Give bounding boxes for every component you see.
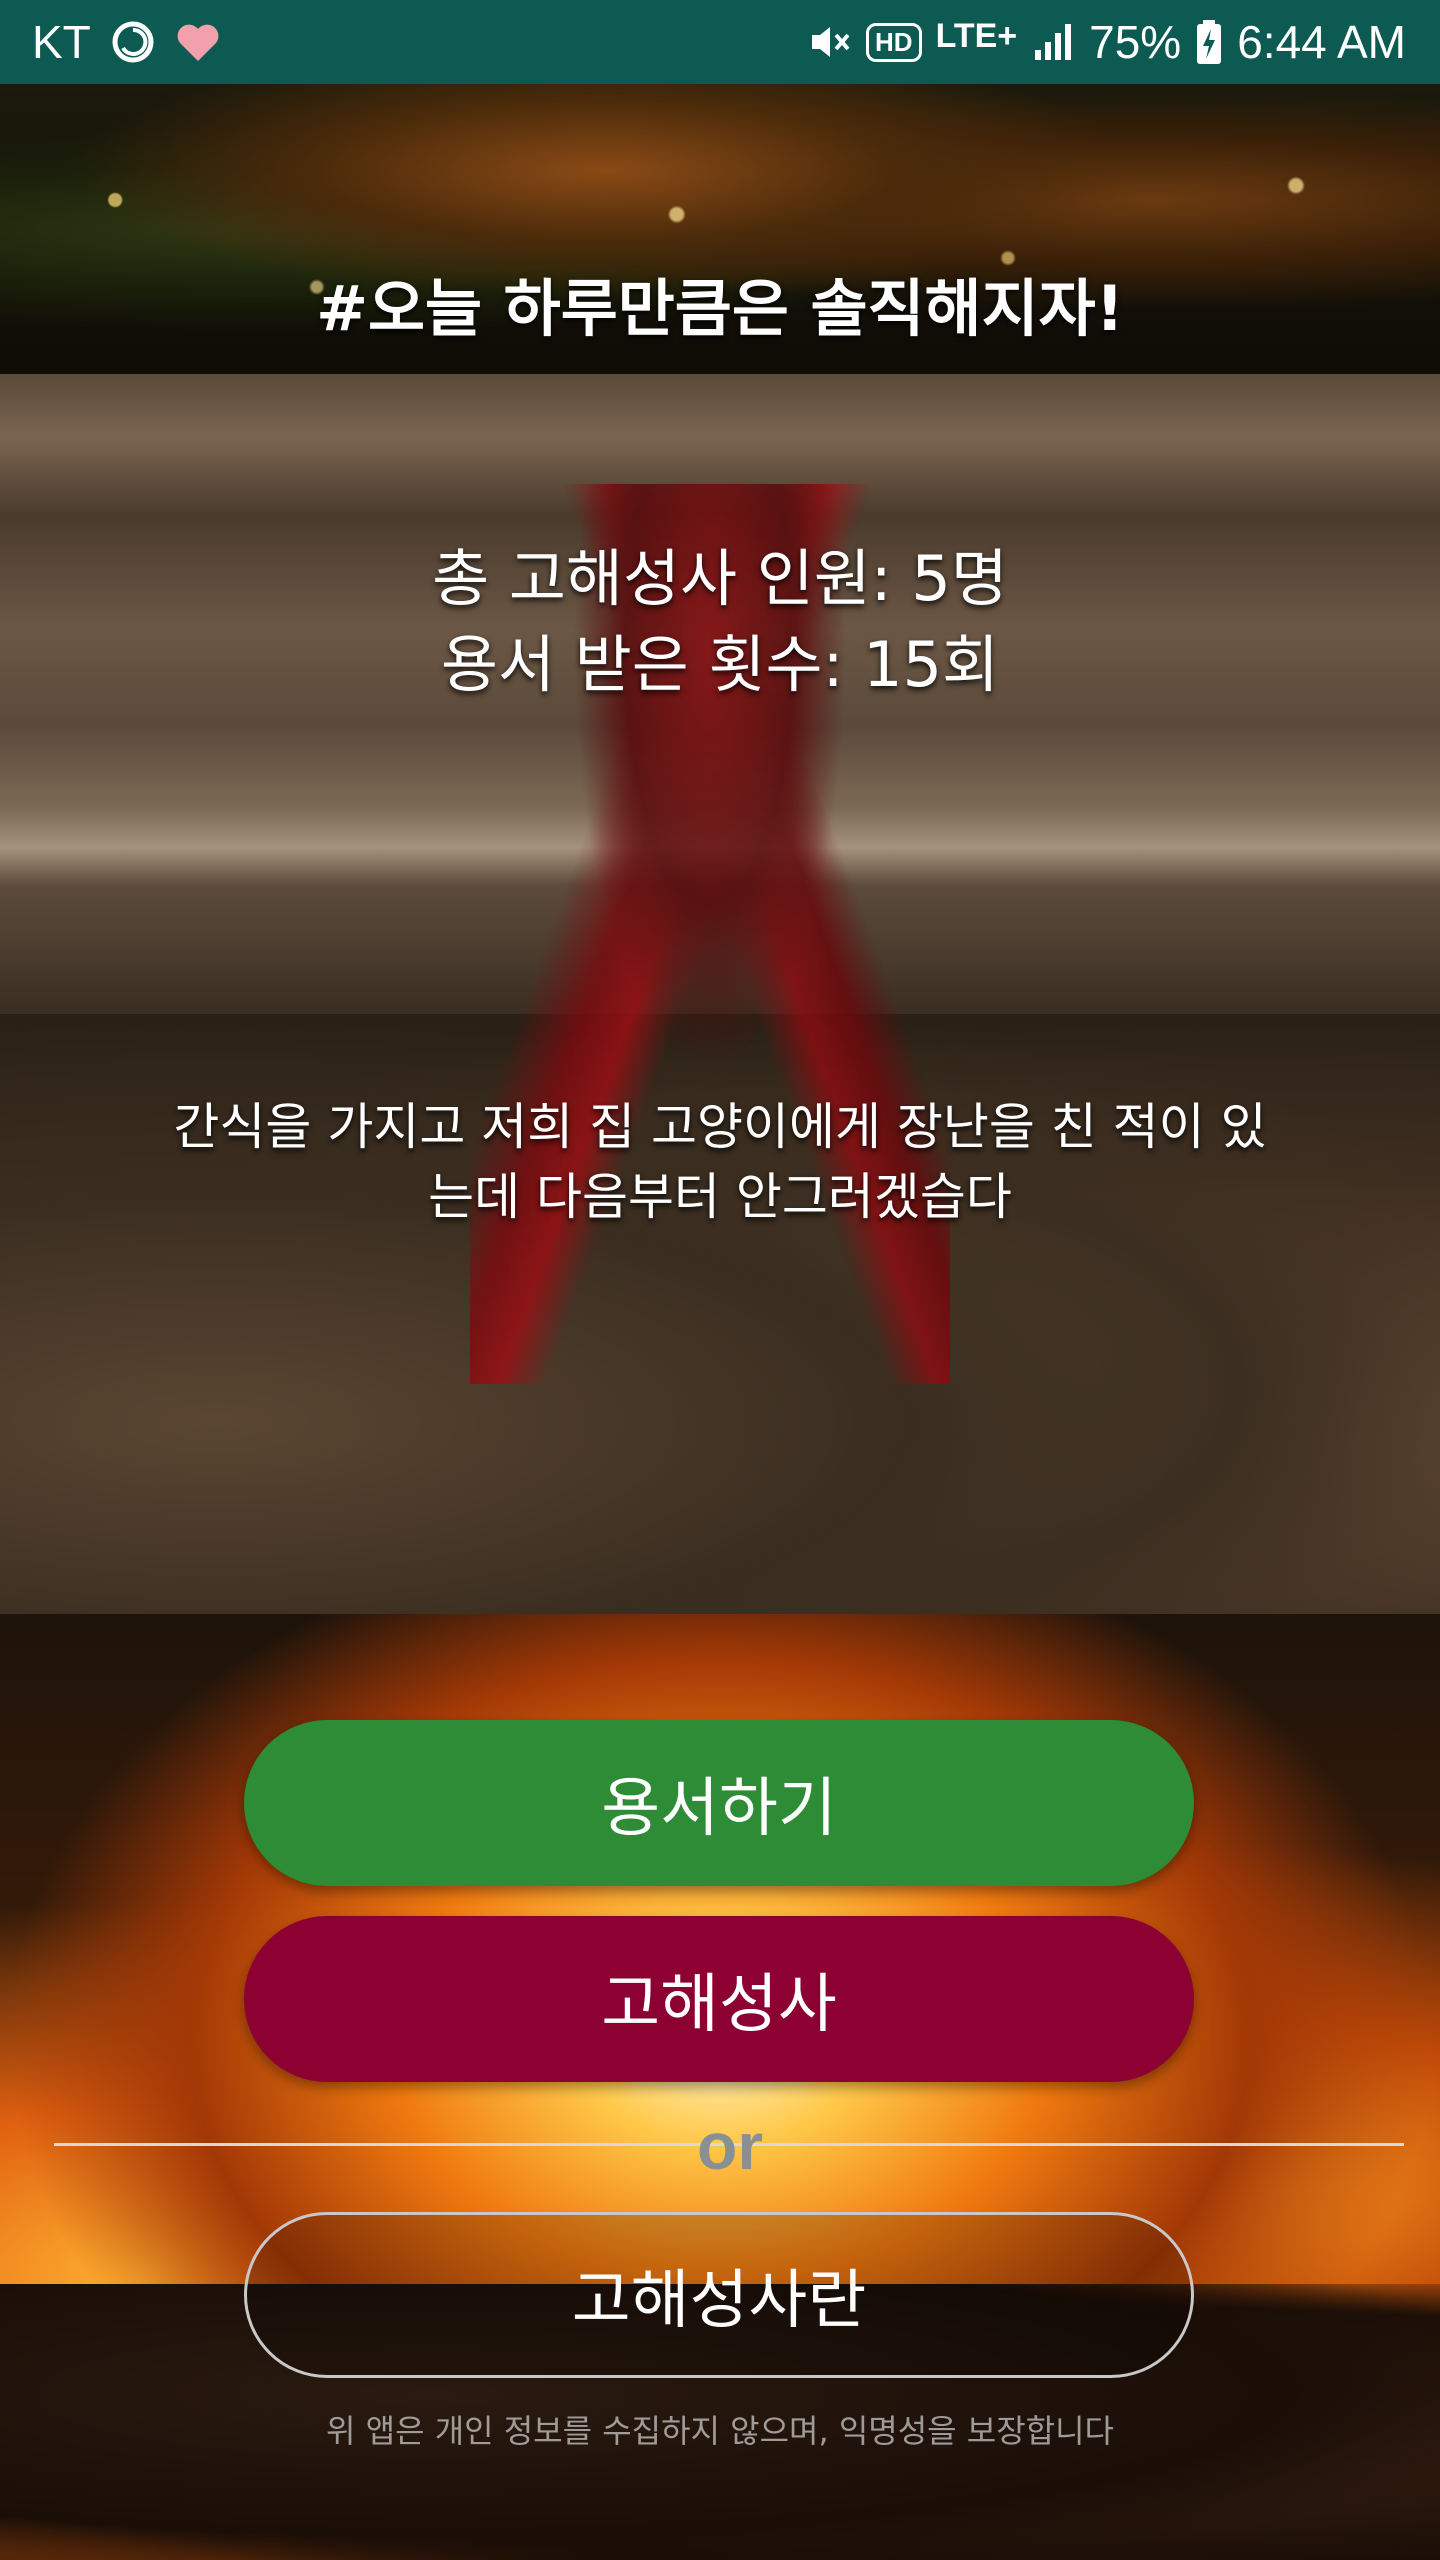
confession-text: 간식을 가지고 저희 집 고양이에게 장난을 친 적이 있 는데 다음부터 안그… xyxy=(120,1092,1320,1232)
forgive-button[interactable]: 용서하기 xyxy=(244,1720,1194,1886)
privacy-notice: 위 앱은 개인 정보를 수집하지 않으며, 익명성을 보장합니다 xyxy=(326,2412,1114,2450)
sync-icon xyxy=(109,18,157,66)
confess-button[interactable]: 고해성사 xyxy=(244,1916,1194,2082)
battery-charging-icon xyxy=(1195,19,1223,65)
about-confession-button[interactable]: 고해성사란 xyxy=(244,2212,1194,2378)
confession-line-2: 는데 다음부터 안그러겠습다 xyxy=(428,1168,1012,1226)
battery-percent: 75% xyxy=(1089,16,1182,68)
page-title: #오늘 하루만큼은 솔직해지자! xyxy=(316,272,1124,345)
mute-icon xyxy=(806,19,852,65)
clock: 6:44 AM xyxy=(1237,16,1406,68)
hd-voice-icon: HD xyxy=(866,22,922,62)
fireplace-background xyxy=(0,84,1440,2560)
signal-icon xyxy=(1031,20,1075,64)
or-label: or xyxy=(697,2109,763,2183)
status-bar: KT HD LTE+ 75% 6:44 AM xyxy=(0,0,1440,84)
network-type: LTE+ xyxy=(935,16,1018,55)
total-confessors-count: 총 고해성사 인원: 5명 xyxy=(432,542,1008,615)
heart-icon xyxy=(175,21,221,63)
forgiven-count: 용서 받은 횟수: 15회 xyxy=(440,628,1000,701)
stats-block: 총 고해성사 인원: 5명 용서 받은 횟수: 15회 xyxy=(0,536,1440,708)
confession-line-1: 간식을 가지고 저희 집 고양이에게 장난을 친 적이 있 xyxy=(173,1098,1267,1156)
carrier-label: KT xyxy=(32,16,91,68)
